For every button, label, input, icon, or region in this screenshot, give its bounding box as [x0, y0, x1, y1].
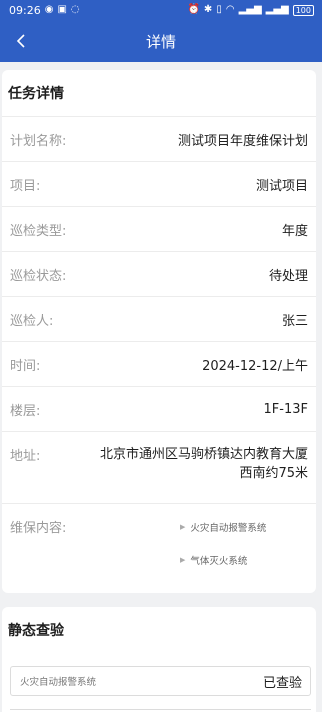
task-detail-title: 任务详情	[8, 86, 64, 102]
maintenance-content-label: 维保内容:	[10, 521, 67, 536]
nav-bar: 详情	[0, 20, 322, 62]
project-value: 测试项目	[255, 178, 308, 194]
project-label: 项目:	[10, 178, 41, 194]
inspector-row: 巡检人: 张三	[2, 296, 316, 341]
inspector-label: 巡检人:	[10, 313, 54, 329]
static-check-title: 静态查验	[8, 623, 64, 639]
inspection-type-value: 年度	[281, 223, 308, 239]
caret-right-icon: ▶	[180, 523, 186, 531]
inspection-type-row: 巡检类型: 年度	[2, 206, 316, 251]
plan-name-value: 测试项目年度维保计划	[177, 133, 308, 149]
inspection-status-label: 巡检状态:	[10, 268, 67, 284]
alarm-icon: ⏰	[187, 4, 200, 15]
address-label: 地址:	[10, 449, 41, 464]
address-value: 北京市通州区马驹桥镇达内教育大厦西南约75米	[99, 447, 308, 481]
static-check-status: 已查验	[262, 675, 302, 691]
chevron-left-icon	[16, 34, 25, 48]
inspector-value: 张三	[281, 313, 308, 329]
status-bar: 09:26 ◉ ▣ ◌ ⏰ ✱ ▯ ◠ ▂▄▆ ▂▄▆ 100	[0, 0, 322, 20]
maintenance-item-label: 火灾自动报警系统	[190, 523, 267, 534]
static-check-system: 火灾自动报警系统	[20, 677, 97, 688]
project-row: 项目: 测试项目	[2, 161, 316, 206]
caret-right-icon: ▶	[180, 556, 186, 564]
status-bar-left: 09:26 ◉ ▣ ◌	[9, 4, 80, 17]
back-button[interactable]	[8, 28, 34, 54]
address-row: 地址: 北京市通州区马驹桥镇达内教育大厦西南约75米	[2, 431, 316, 503]
bluetooth-icon: ✱	[203, 4, 213, 15]
plan-name-row: 计划名称: 测试项目年度维保计划	[2, 116, 316, 161]
time-label: 时间:	[10, 358, 41, 374]
plan-name-label: 计划名称:	[10, 133, 67, 149]
maintenance-item[interactable]: ▶ 火灾自动报警系统	[180, 520, 266, 534]
inspection-type-label: 巡检类型:	[10, 223, 67, 239]
task-detail-card: 任务详情 计划名称: 测试项目年度维保计划 项目: 测试项目 巡检类型: 年度 …	[2, 70, 316, 593]
floor-label: 楼层:	[10, 403, 41, 419]
floor-value: 1F-13F	[263, 401, 308, 417]
maintenance-content-row: 维保内容: ▶ 火灾自动报警系统 ▶ 气体灭火系统	[2, 503, 316, 581]
time-row: 时间: 2024-12-12/上午	[2, 341, 316, 386]
inspection-status-value: 待处理	[268, 268, 308, 284]
status-time: 09:26	[9, 3, 41, 17]
static-check-card: 静态查验 火灾自动报警系统 已查验	[2, 607, 316, 712]
page-title: 详情	[145, 32, 176, 51]
battery-icon: 100	[292, 4, 314, 16]
static-check-item[interactable]: 火灾自动报警系统 已查验	[10, 666, 311, 696]
vibrate-icon: ▯	[216, 4, 222, 15]
maintenance-item[interactable]: ▶ 气体灭火系统	[180, 553, 247, 567]
signal-2-icon: ▂▄▆	[265, 4, 289, 15]
nfc-icon: ▣	[57, 4, 67, 15]
floor-row: 楼层: 1F-13F	[2, 386, 316, 431]
status-bar-right: ⏰ ✱ ▯ ◠ ▂▄▆ ▂▄▆ 100	[187, 4, 314, 16]
sync-icon: ◌	[70, 4, 80, 15]
app-header: 09:26 ◉ ▣ ◌ ⏰ ✱ ▯ ◠ ▂▄▆ ▂▄▆ 100 详情	[0, 0, 322, 62]
signal-icon: ▂▄▆	[238, 4, 262, 15]
time-value: 2024-12-12/上午	[202, 358, 308, 374]
maintenance-item-label: 气体灭火系统	[190, 556, 248, 567]
inspection-status-row: 巡检状态: 待处理	[2, 251, 316, 296]
wifi-icon: ◠	[225, 4, 235, 15]
eye-icon: ◉	[44, 4, 54, 15]
